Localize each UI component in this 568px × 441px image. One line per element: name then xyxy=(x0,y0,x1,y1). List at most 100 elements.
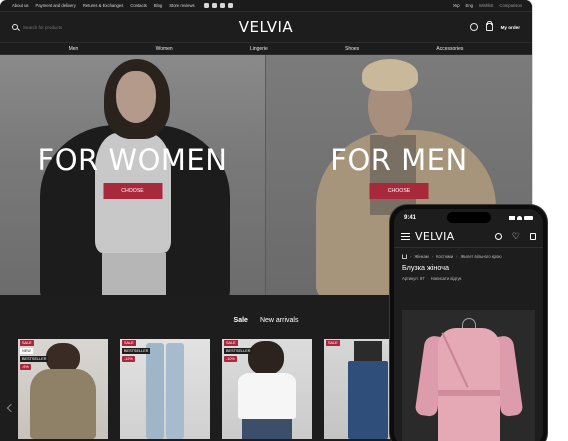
site-header: VELVIA My order xyxy=(0,12,532,42)
battery-icon xyxy=(524,215,533,220)
heart-icon[interactable]: ♡ xyxy=(512,232,520,241)
mockup-stage: About us Payment and delivery Returns & … xyxy=(0,0,568,441)
my-order-link[interactable]: My order xyxy=(501,25,520,30)
bag-icon[interactable] xyxy=(530,233,536,240)
status-time: 9:41 xyxy=(404,214,417,221)
product-card[interactable]: SALE NEW BESTSELLER -9% xyxy=(18,339,108,439)
lang-eng[interactable]: Eng xyxy=(466,3,473,8)
article-number: Артикул: 87 xyxy=(402,276,425,281)
top-bar: About us Payment and delivery Returns & … xyxy=(0,0,532,12)
nav-women[interactable]: Women xyxy=(156,46,173,52)
product-badges: SALE BESTSELLER -10% xyxy=(224,340,253,362)
home-icon[interactable] xyxy=(402,254,407,259)
vest-image xyxy=(30,369,96,439)
product-image[interactable] xyxy=(402,310,535,441)
link-store-reviews[interactable]: Store reviews xyxy=(169,3,194,8)
compare-link[interactable]: Comparison xyxy=(499,3,522,8)
tab-new-arrivals[interactable]: New arrivals xyxy=(260,317,299,324)
facebook-icon[interactable] xyxy=(219,3,225,8)
breadcrumb-item[interactable]: Жінкам xyxy=(414,254,428,259)
top-image xyxy=(354,341,382,361)
jeans-image xyxy=(242,419,292,439)
link-returns-exchanges[interactable]: Returns & Exchanges xyxy=(83,3,124,8)
mobile-phone: 9:41 VELVIA ♡ › Жінкам › Костюми › Жилет… xyxy=(390,205,547,441)
nav-men[interactable]: Men xyxy=(69,46,79,52)
woman-face-image xyxy=(116,71,156,123)
sale-badge: SALE xyxy=(224,340,238,346)
hero-women-title: FOR WOMEN xyxy=(37,143,228,177)
tab-sale[interactable]: Sale xyxy=(234,317,248,324)
tiktok-icon[interactable] xyxy=(211,3,217,8)
breadcrumb-separator: › xyxy=(456,254,458,259)
bestseller-badge: BESTSELLER xyxy=(224,348,253,354)
lang-ukr[interactable]: Укр xyxy=(453,3,460,8)
discount-badge: -12% xyxy=(122,356,135,362)
bestseller-badge: BESTSELLER xyxy=(20,356,49,362)
wifi-icon xyxy=(517,215,522,220)
product-card[interactable]: SALE BESTSELLER -10% xyxy=(222,339,312,439)
breadcrumb: › Жінкам › Костюми › Жилет вільного крою xyxy=(394,248,543,259)
link-payment-delivery[interactable]: Payment and delivery xyxy=(36,3,76,8)
link-contacts[interactable]: Contacts xyxy=(130,3,147,8)
man-hair-image xyxy=(362,59,418,91)
top-links: About us Payment and delivery Returns & … xyxy=(12,3,233,8)
product-meta: Артикул: 87 Написати відгук xyxy=(394,272,543,281)
mobile-header: VELVIA ♡ xyxy=(394,226,543,248)
bestseller-badge: BESTSELLER xyxy=(122,348,151,354)
link-blog[interactable]: Blog xyxy=(154,3,162,8)
link-about-us[interactable]: About us xyxy=(12,3,29,8)
top-right: Укр Eng Wishlist Comparison xyxy=(453,3,522,8)
product-carousel: SALE NEW BESTSELLER -9% SALE BESTSELLER … xyxy=(18,339,414,439)
carousel-prev-icon[interactable] xyxy=(6,403,16,413)
menu-icon[interactable] xyxy=(401,233,410,240)
hanger-image xyxy=(462,318,476,328)
write-review-link[interactable]: Написати відгук xyxy=(431,276,462,281)
product-badges: SALE NEW BESTSELLER -9% xyxy=(20,340,49,370)
search-input[interactable] xyxy=(23,24,113,30)
header-actions: My order xyxy=(469,21,520,31)
nav-lingerie[interactable]: Lingerie xyxy=(250,46,268,52)
youtube-icon[interactable] xyxy=(227,3,233,8)
search-icon[interactable] xyxy=(494,233,502,240)
product-badges: SALE BESTSELLER -12% xyxy=(122,340,151,362)
hero-women-panel[interactable]: FOR WOMEN CHOOSE xyxy=(0,55,266,295)
social-icons xyxy=(203,3,233,8)
hero-men-title: FOR MEN xyxy=(330,143,468,177)
new-badge: NEW xyxy=(20,348,33,354)
user-icon[interactable] xyxy=(469,23,478,31)
status-icons xyxy=(509,215,533,220)
breadcrumb-separator: › xyxy=(410,254,412,259)
woman-jeans-image xyxy=(102,253,166,295)
choose-women-button[interactable]: CHOOSE xyxy=(103,183,162,199)
site-logo[interactable]: VELVIA xyxy=(239,18,293,36)
breadcrumb-separator: › xyxy=(431,254,434,259)
blouse-belt-image xyxy=(438,390,500,396)
nav-shoes[interactable]: Shoes xyxy=(345,46,359,52)
jeans-image xyxy=(348,361,388,439)
breadcrumb-item[interactable]: Жилет вільного крою xyxy=(461,254,502,259)
search-icon[interactable] xyxy=(12,24,18,30)
tshirt-image xyxy=(238,373,296,419)
jeans-right-leg-image xyxy=(166,343,184,439)
choose-men-button[interactable]: CHOOSE xyxy=(369,183,429,199)
breadcrumb-item[interactable]: Костюми xyxy=(436,254,453,259)
product-card[interactable]: SALE BESTSELLER -12% xyxy=(120,339,210,439)
instagram-icon[interactable] xyxy=(203,3,209,8)
mobile-screen: 9:41 VELVIA ♡ › Жінкам › Костюми › Жилет… xyxy=(394,209,543,441)
mobile-header-icons: ♡ xyxy=(494,232,536,241)
discount-badge: -9% xyxy=(20,364,31,370)
product-badges: SALE xyxy=(326,340,340,346)
wishlist-link[interactable]: Wishlist xyxy=(479,3,493,8)
main-nav: Men Women Lingerie Shoes Accessories xyxy=(0,42,532,55)
nav-accessories[interactable]: Accessories xyxy=(436,46,463,52)
signal-icon xyxy=(509,215,515,220)
sale-badge: SALE xyxy=(20,340,34,346)
discount-badge: -10% xyxy=(224,356,237,362)
product-title: Блузка жіноча xyxy=(402,263,449,272)
mobile-logo[interactable]: VELVIA xyxy=(415,230,455,243)
sale-badge: SALE xyxy=(122,340,136,346)
sale-badge: SALE xyxy=(326,340,340,346)
bag-icon[interactable] xyxy=(485,21,493,31)
search-box[interactable] xyxy=(12,24,113,30)
model-head-image xyxy=(248,341,284,375)
